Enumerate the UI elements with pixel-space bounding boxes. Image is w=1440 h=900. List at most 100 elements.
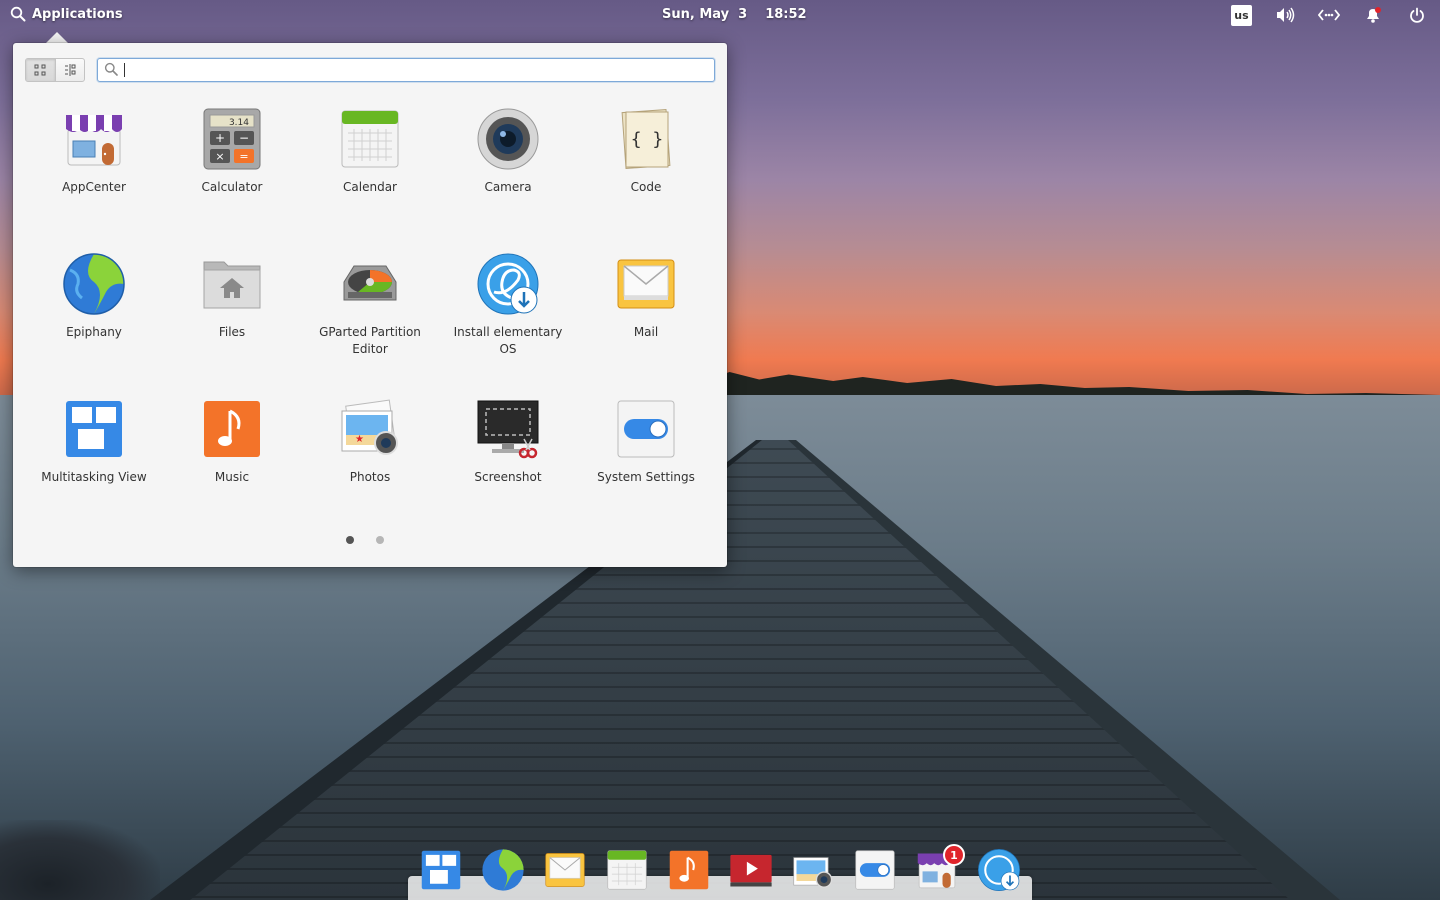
mail-icon [545, 853, 585, 887]
grid-view-button[interactable] [26, 59, 55, 81]
files-icon [200, 252, 264, 316]
dock-item-videos[interactable] [727, 846, 775, 894]
category-view-button[interactable] [54, 59, 85, 81]
calculator-icon: 3.14 + − × = [200, 107, 264, 171]
app-mail[interactable]: Mail [577, 248, 715, 393]
app-files[interactable]: Files [163, 248, 301, 393]
app-label: Multitasking View [41, 470, 147, 484]
dock-item-music[interactable] [665, 846, 713, 894]
date-text: Sun, May 3 [662, 7, 748, 22]
network-wired-icon[interactable] [1318, 4, 1340, 26]
app-label: Calendar [343, 180, 397, 194]
code-icon: { } [614, 107, 678, 171]
music-icon [200, 397, 264, 461]
camera-icon [476, 107, 540, 171]
search-input[interactable] [131, 62, 691, 78]
datetime-indicator[interactable]: Sun, May 3 18:52 [662, 7, 807, 22]
svg-text:★: ★ [355, 434, 364, 445]
view-mode-switcher [25, 58, 85, 82]
update-count-badge: 1 [943, 844, 965, 866]
notification-bell-icon[interactable] [1362, 4, 1384, 26]
page-dot-1[interactable] [346, 536, 354, 544]
search-icon [10, 6, 26, 22]
time-text: 18:52 [765, 7, 807, 22]
app-label: System Settings [597, 470, 695, 484]
app-label: Camera [484, 180, 532, 194]
app-camera[interactable]: Camera [439, 103, 577, 248]
dock-item-multitasking[interactable] [417, 846, 465, 894]
wallpaper-rocks [0, 820, 160, 900]
calendar-icon [607, 850, 647, 890]
photos-icon [793, 857, 833, 888]
dock-item-epiphany[interactable] [479, 846, 527, 894]
dock: 1 [417, 844, 1023, 896]
app-system-settings[interactable]: System Settings [577, 393, 715, 538]
photos-icon: ★ [338, 397, 402, 461]
multitasking-icon [421, 850, 461, 890]
app-epiphany[interactable]: Epiphany [25, 248, 163, 393]
svg-text:{ }: { } [631, 129, 664, 150]
speaker-icon[interactable] [1274, 4, 1296, 26]
launcher-pointer [46, 32, 68, 43]
grid-view-icon [34, 64, 46, 76]
svg-text:+: + [215, 131, 225, 145]
top-panel: Applications Sun, May 3 18:52 us [0, 0, 1440, 30]
app-multitasking[interactable]: Multitasking View [25, 393, 163, 538]
dock-item-installer[interactable] [975, 846, 1023, 894]
dock-item-calendar[interactable] [603, 846, 651, 894]
applications-label: Applications [32, 6, 123, 22]
app-label: Screenshot [474, 470, 542, 484]
applications-menu-button[interactable]: Applications [10, 6, 123, 22]
app-calculator[interactable]: 3.14 + − × = Calculator [163, 103, 301, 248]
epiphany-icon [482, 849, 524, 891]
app-screenshot[interactable]: Screenshot [439, 393, 577, 538]
videos-icon [730, 854, 772, 887]
app-label: AppCenter [62, 180, 126, 194]
app-label: Code [630, 180, 662, 194]
dock-item-settings[interactable] [851, 846, 899, 894]
appcenter-icon [62, 107, 126, 171]
app-label: GParted Partition Editor [319, 325, 421, 356]
indicator-area: us [1231, 4, 1428, 26]
svg-text:−: − [239, 131, 249, 145]
installer-icon [476, 252, 540, 316]
app-photos[interactable]: ★ Photos [301, 393, 439, 538]
app-music[interactable]: Music [163, 393, 301, 538]
dock-item-photos[interactable] [789, 846, 837, 894]
page-indicator [346, 536, 384, 544]
dock-item-appcenter[interactable]: 1 [913, 844, 965, 894]
category-view-icon [64, 64, 76, 76]
app-label: Install elementary OS [453, 325, 563, 356]
dock-item-mail[interactable] [541, 846, 589, 894]
app-installer[interactable]: Install elementary OS [439, 248, 577, 393]
app-calendar[interactable]: Calendar [301, 103, 439, 248]
applications-launcher: AppCenter 3.14 + − × = Calculator Calend… [13, 43, 727, 567]
app-grid: AppCenter 3.14 + − × = Calculator Calend… [25, 103, 715, 538]
epiphany-icon [62, 252, 126, 316]
svg-text:×: × [215, 150, 224, 163]
gparted-icon [338, 252, 402, 316]
keyboard-layout-indicator[interactable]: us [1231, 4, 1252, 26]
multitasking-icon [62, 397, 126, 461]
page-dot-2[interactable] [376, 536, 384, 544]
app-label: Files [218, 325, 246, 339]
app-gparted[interactable]: GParted Partition Editor [301, 248, 439, 393]
text-caret [124, 63, 125, 77]
svg-text:=: = [239, 150, 248, 163]
screenshot-icon [476, 397, 540, 461]
app-appcenter[interactable]: AppCenter [25, 103, 163, 248]
settings-icon [614, 397, 678, 461]
app-label: Music [214, 470, 250, 484]
search-icon [104, 61, 118, 80]
app-label: Mail [633, 325, 659, 339]
search-field[interactable] [97, 58, 715, 82]
installer-icon [978, 849, 1020, 891]
app-label: Calculator [201, 180, 263, 194]
app-label: Epiphany [66, 325, 122, 339]
power-icon[interactable] [1406, 4, 1428, 26]
mail-icon [614, 252, 678, 316]
music-icon [669, 850, 709, 890]
calendar-icon [338, 107, 402, 171]
calculator-display: 3.14 [229, 118, 249, 128]
app-code[interactable]: { } Code [577, 103, 715, 248]
